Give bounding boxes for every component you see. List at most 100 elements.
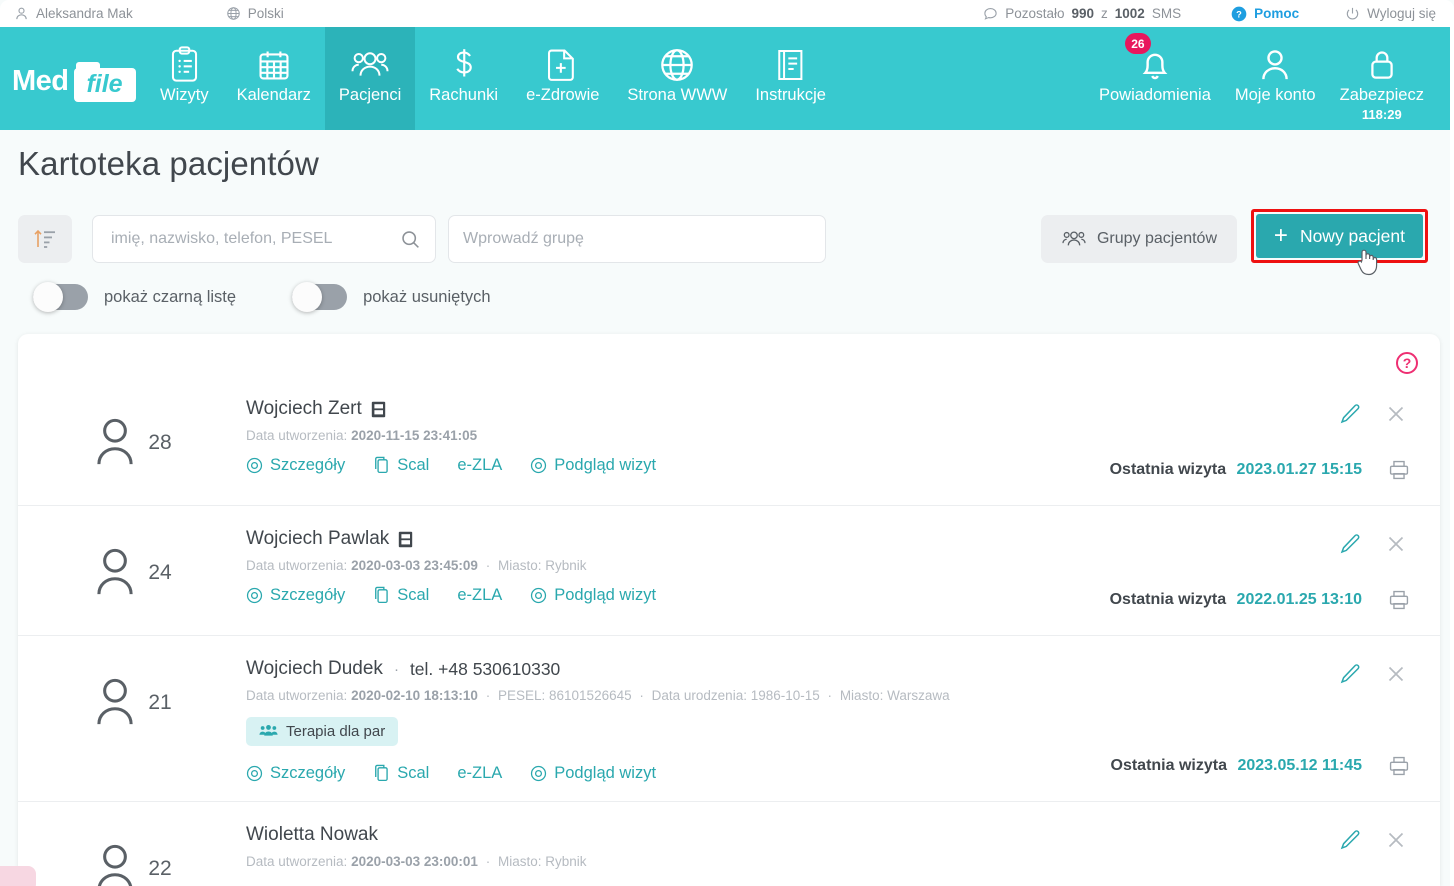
patient-meta: Data utworzenia: 2020-03-03 23:45:09 · M…: [246, 558, 587, 573]
merge-action[interactable]: Scal: [373, 764, 429, 783]
patient-name-row: Wojciech Zert: [246, 398, 1064, 420]
close-icon[interactable]: [1384, 828, 1408, 852]
sms-suffix: SMS: [1151, 6, 1182, 21]
pesel-value: 86101526645: [549, 688, 632, 703]
patient-row-right: Ostatnia wizyta 2022.01.25 13:10: [1080, 528, 1440, 617]
visit-preview-label: Podgląd wizyt: [554, 585, 657, 604]
question-circle-icon[interactable]: ?: [1396, 352, 1418, 374]
page-title: Kartoteka pacjentów: [18, 145, 319, 182]
edit-pencil-icon[interactable]: [1338, 828, 1362, 852]
nav-item-powiadomienia[interactable]: 26 Powiadomienia: [1087, 27, 1223, 130]
globe-icon: [659, 43, 695, 87]
details-action[interactable]: Szczegóły: [246, 764, 345, 783]
print-icon[interactable]: [1388, 589, 1410, 611]
edit-pencil-icon[interactable]: [1338, 532, 1362, 556]
search-input[interactable]: [111, 230, 400, 248]
notification-badge: 26: [1124, 33, 1151, 54]
language-selector[interactable]: Polski: [226, 6, 284, 21]
search-icon[interactable]: [400, 229, 421, 250]
nav-item-wizyty[interactable]: Wizyty: [146, 27, 223, 130]
sort-button[interactable]: [18, 215, 72, 263]
nav-label: Moje konto: [1234, 86, 1316, 104]
patient-group-tag-label: Terapia dla par: [286, 722, 386, 740]
logout-link[interactable]: Wyloguj się: [1345, 6, 1436, 21]
eye-circle-icon: [530, 457, 547, 474]
patient-name: Wioletta Nowak: [246, 823, 378, 845]
city-value: Rybnik: [545, 853, 587, 869]
close-icon[interactable]: [1384, 402, 1408, 426]
print-icon[interactable]: [1388, 755, 1410, 777]
nav-label: Rachunki: [429, 86, 499, 104]
last-visit-label: Ostatnia wizyta: [1109, 461, 1227, 478]
new-patient-button[interactable]: + Nowy pacjent: [1255, 214, 1423, 258]
merge-action[interactable]: Scal: [373, 586, 429, 605]
patient-meta: Data utworzenia: 2020-03-03 23:00:01 · M…: [246, 853, 587, 869]
row-icon-buttons: [1338, 532, 1408, 556]
patient-groups-button[interactable]: Grupy pacjentów: [1040, 215, 1237, 263]
visit-preview-label: Podgląd wizyt: [554, 763, 657, 782]
close-icon[interactable]: [1384, 662, 1408, 686]
eye-circle-icon: [246, 457, 263, 474]
patient-group-tag[interactable]: Terapia dla par: [246, 716, 399, 746]
toggle-deleted-label: pokaż usuniętych: [363, 287, 491, 306]
ezla-action[interactable]: e-ZLA: [457, 456, 502, 475]
close-icon[interactable]: [1384, 532, 1408, 556]
patient-age: 28: [148, 431, 172, 454]
people-group-icon: [259, 724, 278, 739]
nav-item-kalendarz[interactable]: Kalendarz: [223, 27, 325, 130]
calendar-icon: [257, 43, 291, 87]
created-label: Data utworzenia:: [246, 688, 348, 703]
nav-item-rachunki[interactable]: Rachunki: [415, 27, 512, 130]
patient-meta: Data utworzenia: 2020-11-15 23:41:05: [246, 426, 1064, 446]
help-label: Pomoc: [1254, 6, 1300, 21]
search-box[interactable]: [92, 215, 436, 263]
nav-item-pacjenci[interactable]: Pacjenci: [324, 27, 416, 130]
patient-actions: Szczegóły Scal e-ZLA Podgląd wizyt: [246, 764, 1064, 783]
patient-name: Wojciech Zert: [246, 398, 362, 419]
patient-info: Wojciech Pawlak Data utworzenia: 2020-03…: [246, 528, 1080, 605]
book-icon: [775, 43, 807, 87]
help-link[interactable]: ? Pomoc: [1231, 6, 1299, 22]
patient-phone: tel. +48 530610330: [409, 658, 561, 679]
toggle-deleted[interactable]: [292, 282, 348, 312]
created-label: Data utworzenia:: [246, 558, 348, 573]
avatar: 22: [18, 824, 246, 886]
edit-pencil-icon[interactable]: [1338, 402, 1362, 426]
ezla-label: e-ZLA: [457, 585, 503, 604]
toggle-blacklist[interactable]: [33, 282, 88, 312]
ezla-action[interactable]: e-ZLA: [457, 586, 502, 605]
table-row: 21 Wojciech Dudek · tel. +48 530610330 D…: [18, 636, 1440, 802]
nav-item-strona-www[interactable]: Strona WWW: [613, 27, 741, 130]
people-group-icon: [350, 43, 390, 87]
nav-right-items: 26 Powiadomienia Moje konto Zabezpiecz 1…: [1087, 27, 1454, 130]
lock-icon: [1366, 43, 1398, 87]
table-row: 28 Wojciech Zert Data utworzenia: 2020-1…: [18, 376, 1440, 506]
new-patient-highlight: + Nowy pacjent: [1250, 209, 1428, 263]
visit-preview-action[interactable]: Podgląd wizyt: [530, 764, 656, 783]
print-icon[interactable]: [1388, 459, 1410, 481]
logo[interactable]: Med file: [0, 27, 146, 130]
visit-preview-action[interactable]: Podgląd wizyt: [530, 456, 656, 475]
details-action[interactable]: Szczegóły: [246, 456, 345, 475]
people-group-icon: [1061, 229, 1087, 249]
patient-row-right: [1080, 824, 1440, 886]
nav-item-e-zdrowie[interactable]: e-Zdrowie: [512, 27, 613, 130]
edit-pencil-icon[interactable]: [1338, 662, 1362, 686]
nav-item-zabezpiecz[interactable]: Zabezpiecz 118:29: [1328, 27, 1436, 130]
ezla-action[interactable]: e-ZLA: [457, 764, 502, 783]
eye-circle-icon: [246, 587, 263, 604]
created-value: 2020-03-03 23:00:01: [351, 853, 478, 869]
group-input[interactable]: [463, 230, 811, 248]
group-box[interactable]: [448, 215, 826, 263]
visit-preview-action[interactable]: Podgląd wizyt: [530, 586, 656, 605]
current-user[interactable]: Aleksandra Mak: [14, 6, 133, 21]
nav-item-instrukcje[interactable]: Instrukcje: [741, 27, 840, 130]
eye-circle-icon: [246, 765, 263, 782]
person-icon: [1258, 43, 1292, 87]
details-action[interactable]: Szczegóły: [246, 586, 345, 605]
nav-item-moje-konto[interactable]: Moje konto: [1223, 27, 1328, 130]
power-icon: [1345, 6, 1360, 21]
patient-age: 22: [148, 856, 172, 880]
merge-action[interactable]: Scal: [373, 456, 429, 475]
sms-counter: Pozostało 990 z 1002 SMS: [983, 6, 1181, 21]
